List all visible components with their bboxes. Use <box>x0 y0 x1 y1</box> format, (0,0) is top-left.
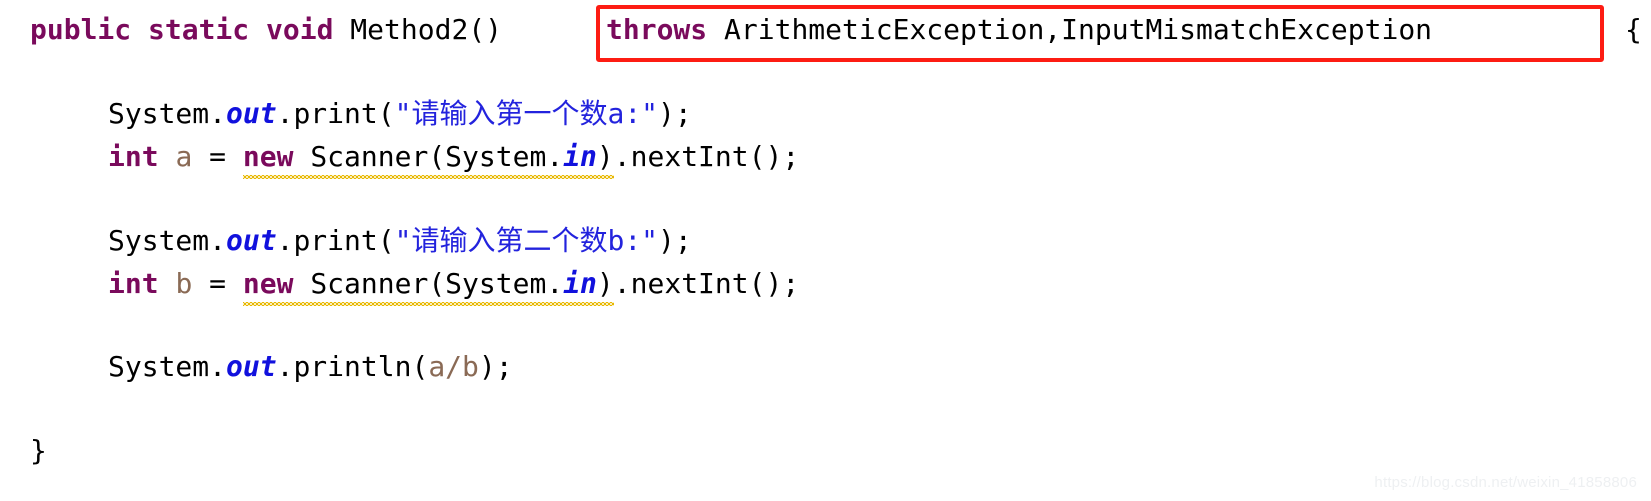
token-out-field: out <box>226 97 277 130</box>
token-out-field: out <box>226 224 277 257</box>
code-line-open-brace: { <box>1625 13 1642 47</box>
token-division-expression: a/b <box>428 350 479 383</box>
code-line-print-prompt-a[interactable]: System.out.print("请输入第一个数a:"); <box>108 97 692 131</box>
token-scanner-close-paren: ) <box>596 267 614 300</box>
token-assign: = <box>192 267 243 300</box>
token-open-brace: { <box>1625 13 1642 46</box>
token-assign: = <box>192 140 243 173</box>
code-line-throws-clause[interactable]: throws ArithmeticException,InputMismatch… <box>606 13 1432 47</box>
token-scanner-ctor: Scanner(System. <box>310 140 564 173</box>
token-system: System. <box>108 350 227 383</box>
code-screenshot: public static void Method2() throws Arit… <box>0 0 1651 501</box>
warning-underline-b: new Scanner(System.in) <box>242 267 614 306</box>
token-next-int-call: .nextInt(); <box>613 267 800 300</box>
token-scanner-ctor: Scanner(System. <box>310 267 564 300</box>
token-close-brace: } <box>30 434 47 467</box>
code-line-method-signature[interactable]: public static void Method2() <box>30 13 502 47</box>
token-in-field: in <box>563 140 597 173</box>
token-print-call: .print( <box>276 224 395 257</box>
code-line-close-brace: } <box>30 434 47 468</box>
token-in-field: in <box>563 267 597 300</box>
token-statement-end: ); <box>478 350 513 383</box>
token-system: System. <box>108 224 227 257</box>
token-modifiers: public static void <box>30 13 351 46</box>
token-method-name: Method2() <box>350 13 503 46</box>
token-prompt-string-a: "请输入第一个数a:" <box>394 97 659 130</box>
token-int-keyword: int <box>108 267 176 300</box>
token-new-keyword: new <box>242 267 311 300</box>
token-statement-end: ); <box>658 97 692 130</box>
token-new-keyword: new <box>242 140 311 173</box>
code-line-read-int-a[interactable]: int a = new Scanner(System.in).nextInt()… <box>108 140 800 179</box>
token-out-field: out <box>226 350 277 383</box>
code-line-read-int-b[interactable]: int b = new Scanner(System.in).nextInt()… <box>108 267 800 306</box>
token-next-int-call: .nextInt(); <box>613 140 800 173</box>
code-line-println-division[interactable]: System.out.println(a/b); <box>108 350 513 384</box>
java-code-editor[interactable]: public static void Method2() throws Arit… <box>0 0 1651 501</box>
token-variable-b: b <box>175 267 193 300</box>
blog-watermark: https://blog.csdn.net/weixin_41858806 <box>1374 474 1637 491</box>
code-line-print-prompt-b[interactable]: System.out.print("请输入第二个数b:"); <box>108 224 692 258</box>
token-int-keyword: int <box>108 140 176 173</box>
token-exception-list: ArithmeticException,InputMismatchExcepti… <box>724 13 1433 46</box>
token-variable-a: a <box>175 140 193 173</box>
token-scanner-close-paren: ) <box>596 140 614 173</box>
token-statement-end: ); <box>658 224 692 257</box>
token-throws-keyword: throws <box>606 13 725 46</box>
token-prompt-string-b: "请输入第二个数b:" <box>394 224 659 257</box>
token-println-call: .println( <box>276 350 429 383</box>
token-print-call: .print( <box>276 97 395 130</box>
token-system: System. <box>108 97 227 130</box>
warning-underline-a: new Scanner(System.in) <box>242 140 614 179</box>
